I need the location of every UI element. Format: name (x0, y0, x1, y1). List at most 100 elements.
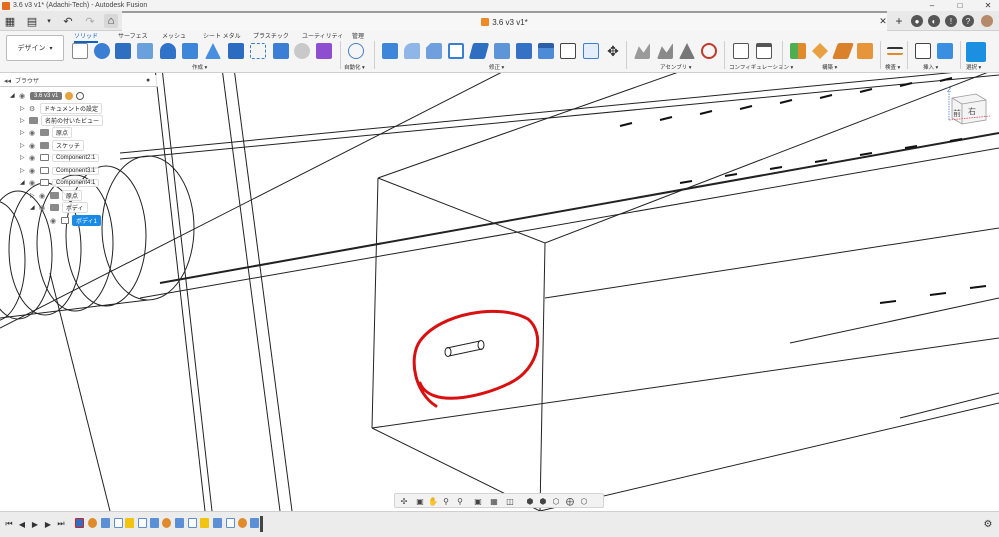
form-icon[interactable] (294, 43, 310, 59)
zoom-icon[interactable]: ⚲ (455, 496, 465, 506)
extensions-icon[interactable]: ● (911, 15, 923, 27)
browser-node-document-settings[interactable]: ▷ ⚙ ドキュメントの設定 (20, 103, 103, 114)
sweep-icon[interactable] (182, 43, 198, 59)
create-sketch-icon[interactable] (72, 43, 88, 59)
eye-icon[interactable]: ◉ (39, 192, 47, 200)
offset-face-icon[interactable] (538, 43, 554, 59)
undo-icon[interactable]: ↶ (61, 14, 75, 28)
timeline-feature[interactable] (200, 518, 209, 528)
browser-node-named-views[interactable]: ▷ 名前の付いたビュー (20, 115, 104, 126)
step-back-icon[interactable]: ◀ (17, 519, 27, 529)
tab-utilities[interactable]: ユーティリティ (302, 31, 343, 40)
timeline-feature[interactable] (238, 518, 247, 528)
wireframe-icon[interactable]: ⬡ (579, 496, 589, 506)
browser-node-sketches[interactable]: ▷ ◉ スケッチ (20, 140, 85, 151)
midplane-icon[interactable] (857, 43, 873, 59)
press-pull-icon[interactable] (382, 43, 398, 59)
select-icon[interactable] (966, 42, 986, 62)
modify-group-label[interactable]: 修正 ▾ (489, 63, 504, 71)
timeline-feature[interactable] (75, 518, 84, 528)
scale-icon[interactable] (494, 43, 510, 59)
tangent-plane-icon[interactable] (832, 43, 854, 59)
viewports-icon[interactable]: ◫ (505, 496, 515, 506)
plane-at-angle-icon[interactable] (812, 43, 828, 59)
expand-icon[interactable]: ◢ (30, 204, 36, 211)
timeline-feature[interactable] (125, 518, 134, 528)
box-icon[interactable] (137, 43, 153, 59)
visual-style-edges-icon[interactable]: ⬢ (538, 496, 548, 506)
move-copy-icon[interactable]: ✥ (605, 43, 621, 59)
expand-icon[interactable]: ▷ (20, 129, 26, 136)
select-group-label[interactable]: 選択 ▾ (966, 63, 981, 71)
browser-node-origin-sub[interactable]: ▷ ◉ 原点 (30, 190, 83, 201)
zoom-window-icon[interactable]: ⚲ (441, 496, 451, 506)
construct-group-label[interactable]: 構築 ▾ (822, 63, 837, 71)
tab-plastic[interactable]: プラスチック (253, 31, 289, 40)
automate-icon[interactable] (348, 43, 364, 59)
home-icon[interactable]: ⌂ (104, 14, 118, 28)
user-avatar[interactable] (981, 15, 993, 27)
pan-icon[interactable]: ✋ (428, 496, 438, 506)
timeline-feature[interactable] (213, 518, 222, 528)
eye-icon[interactable]: ◉ (39, 204, 47, 212)
orbit-icon[interactable]: ✣ (399, 496, 409, 506)
visual-style-shaded-icon[interactable]: ⬢ (525, 496, 535, 506)
chamfer-icon[interactable] (426, 43, 442, 59)
step-forward-icon[interactable]: ▶ (43, 519, 53, 529)
browser-node-component2[interactable]: ▷ ◉ Component2:1 (20, 152, 100, 163)
help-icon[interactable]: ? (962, 15, 974, 27)
job-status-icon[interactable]: ◐ (928, 15, 940, 27)
motion-study-icon[interactable] (701, 43, 717, 59)
display-mode-icon[interactable]: ▣ (473, 496, 483, 506)
browser-node-component3[interactable]: ▷ ◉ Component3:1 (20, 165, 100, 176)
configure-group-label[interactable]: コンフィギュレーション ▾ (729, 63, 793, 71)
measure-icon[interactable] (887, 47, 903, 55)
timeline-feature[interactable] (150, 518, 159, 528)
view-cube-right[interactable]: 右 (968, 106, 976, 116)
file-dropdown-icon[interactable]: ▾ (45, 14, 53, 28)
coil-icon[interactable] (316, 43, 332, 59)
extrude-icon[interactable] (94, 43, 110, 59)
eye-icon[interactable]: ◉ (29, 142, 37, 150)
pin-icon[interactable]: ● (146, 77, 150, 84)
tab-surface[interactable]: サーフェス (118, 31, 148, 40)
inspect-group-label[interactable]: 検査 ▾ (885, 63, 900, 71)
expand-icon[interactable]: ▷ (20, 117, 26, 124)
app-grid-icon[interactable]: ▦ (4, 14, 16, 28)
tab-sheet-metal[interactable]: シート メタル (203, 31, 241, 40)
as-built-joint-icon[interactable] (679, 43, 695, 59)
hole-icon[interactable] (160, 43, 176, 59)
combine-icon[interactable] (516, 43, 532, 59)
document-tab[interactable]: 3.6 v3 v1* (122, 11, 887, 31)
view-cube[interactable]: Z 前 右 (946, 86, 990, 126)
configure-icon[interactable] (733, 43, 749, 59)
expand-icon[interactable]: ◢ (10, 92, 16, 99)
browser-node-body1[interactable]: ◉ ボディ1 (50, 215, 101, 226)
timeline-feature[interactable] (88, 518, 97, 528)
collapse-icon[interactable]: ◂◂ (4, 77, 11, 85)
file-menu-icon[interactable]: ▤ (25, 14, 39, 28)
timeline-feature[interactable] (114, 518, 123, 528)
eye-icon[interactable]: ◉ (29, 179, 37, 187)
notifications-icon[interactable]: ! (945, 15, 957, 27)
timeline-feature[interactable] (101, 518, 110, 528)
maximize-button[interactable]: □ (952, 0, 968, 11)
browser-root[interactable]: ◢ ◉ 3.6 v3 v1 (10, 90, 85, 101)
eye-icon[interactable]: ◉ (29, 167, 37, 175)
workspace-switcher[interactable]: デザイン ▾ (6, 35, 64, 61)
expand-icon[interactable]: ▷ (20, 105, 26, 112)
go-to-start-icon[interactable]: ⏮ (4, 519, 14, 529)
timeline-feature[interactable] (138, 518, 147, 528)
eye-icon[interactable]: ◉ (29, 154, 37, 162)
warning-icon[interactable] (65, 91, 74, 100)
loft-icon[interactable] (205, 43, 221, 59)
tab-solid[interactable]: ソリッド (74, 31, 99, 43)
browser-node-component4[interactable]: ◢ ◉ Component4:1 (20, 177, 100, 188)
draft-icon[interactable] (468, 43, 490, 59)
new-component-icon[interactable] (634, 43, 650, 59)
timeline-feature[interactable] (226, 518, 235, 528)
view-cube-front[interactable]: 前 (953, 108, 961, 118)
fillet-icon[interactable] (404, 43, 420, 59)
expand-icon[interactable]: ▷ (20, 142, 26, 149)
assemble-group-label[interactable]: アセンブリ ▾ (660, 63, 692, 71)
